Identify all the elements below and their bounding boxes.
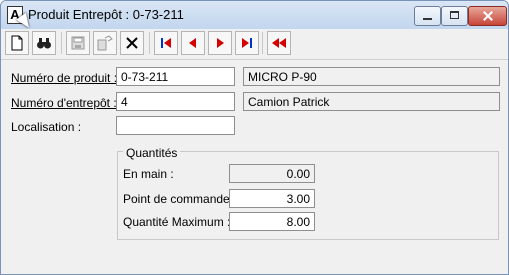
delete-button[interactable]	[120, 31, 144, 55]
rewind-icon	[272, 38, 286, 48]
first-record-button[interactable]	[154, 31, 178, 55]
location-label: Localisation :	[11, 120, 82, 134]
max-quantity-field[interactable]: 8.00	[229, 212, 315, 231]
toolbar-separator	[262, 32, 263, 54]
search-button[interactable]	[32, 31, 56, 55]
save-icon	[71, 36, 85, 50]
warehouse-description-field: Camion Patrick	[243, 92, 500, 111]
window-title: Produit Entrepôt : 0-73-211	[28, 7, 184, 22]
product-number-field[interactable]: 0-73-211	[116, 67, 235, 86]
minimize-button[interactable]	[414, 6, 441, 26]
rewind-button[interactable]	[267, 31, 291, 55]
warehouse-number-field[interactable]: 4	[116, 92, 235, 111]
first-record-icon	[161, 38, 171, 48]
warehouse-number-label: Numéro d'entrepôt :	[11, 96, 117, 110]
next-record-button[interactable]	[208, 31, 232, 55]
last-record-button[interactable]	[235, 31, 259, 55]
product-warehouse-window: A Produit Entrepôt : 0-73-211 Numéro de …	[0, 0, 509, 275]
last-record-icon	[242, 38, 252, 48]
new-record-button[interactable]	[5, 31, 29, 55]
save-button[interactable]	[66, 31, 90, 55]
next-record-icon	[217, 38, 224, 48]
location-field[interactable]	[116, 116, 235, 135]
copy-icon	[97, 35, 113, 51]
delete-icon	[126, 37, 138, 49]
max-quantity-label: Quantité Maximum :	[123, 215, 231, 229]
new-icon	[11, 35, 23, 51]
copy-button[interactable]	[93, 31, 117, 55]
on-hand-field: 0.00	[229, 164, 315, 183]
on-hand-label: En main :	[123, 167, 174, 181]
toolbar-separator	[61, 32, 62, 54]
maximize-button[interactable]	[441, 6, 468, 26]
reorder-point-field[interactable]: 3.00	[229, 189, 315, 208]
quantities-group-title: Quantités	[123, 146, 181, 160]
product-description-field: MICRO P-90	[243, 67, 500, 86]
toolbar-separator	[149, 32, 150, 54]
toolbar	[1, 29, 508, 60]
title-bar[interactable]: A Produit Entrepôt : 0-73-211	[1, 1, 508, 32]
previous-record-button[interactable]	[181, 31, 205, 55]
previous-record-icon	[189, 38, 196, 48]
product-number-label: Numéro de produit :	[11, 71, 118, 85]
reorder-point-label: Point de commande :	[123, 192, 237, 206]
search-binoculars-icon	[37, 38, 51, 49]
close-window-button[interactable]	[468, 6, 507, 26]
